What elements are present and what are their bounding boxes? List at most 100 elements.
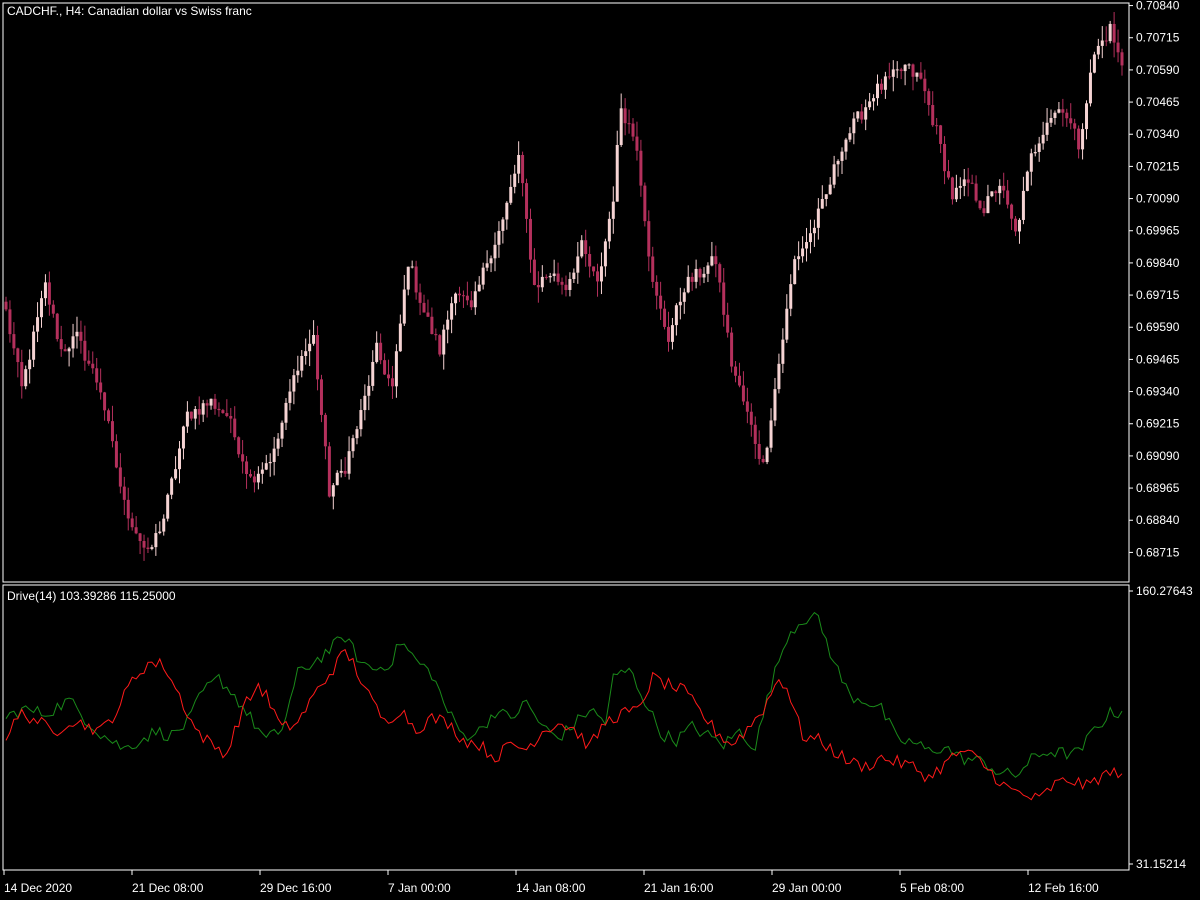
- candle-body: [154, 533, 158, 548]
- price-axis-label: 0.70840: [1136, 0, 1180, 13]
- price-axis-label: 0.70590: [1136, 63, 1180, 77]
- candle-body: [927, 91, 931, 106]
- candle-body: [280, 422, 284, 439]
- candle-body: [1073, 123, 1077, 129]
- candle-body: [710, 256, 714, 266]
- candle-body: [994, 191, 998, 194]
- candle-body: [296, 370, 300, 376]
- candle-body: [201, 403, 205, 415]
- candle-body: [185, 411, 189, 427]
- candle-body: [891, 69, 895, 77]
- candle-body: [461, 295, 465, 297]
- candle-body: [718, 264, 722, 283]
- candle-body: [734, 366, 738, 376]
- candle-body: [521, 154, 525, 184]
- candle-body: [536, 284, 540, 288]
- candle-body: [1045, 122, 1049, 135]
- candle-body: [1021, 190, 1025, 220]
- price-axis-label: 0.69590: [1136, 320, 1180, 334]
- candle-body: [915, 72, 919, 77]
- candle-body: [528, 218, 532, 260]
- candle-body: [1033, 151, 1037, 154]
- candle-body: [477, 284, 481, 292]
- candle-body: [599, 266, 603, 282]
- candle-body: [4, 301, 8, 310]
- candle-body: [785, 308, 789, 340]
- candle-body: [883, 76, 887, 90]
- candle-body: [20, 362, 24, 387]
- candle-body: [312, 335, 316, 344]
- candle-body: [962, 179, 966, 187]
- candle-body: [548, 275, 552, 278]
- candle-body: [667, 326, 671, 342]
- candle-body: [943, 143, 947, 172]
- candle-body: [438, 335, 442, 355]
- candle-body: [32, 331, 36, 360]
- price-axis-label: 0.69715: [1136, 288, 1180, 302]
- candle-body: [272, 448, 276, 462]
- candle-body: [446, 319, 450, 330]
- candle-body: [465, 295, 469, 301]
- candle-body: [162, 518, 166, 532]
- candle-body: [525, 183, 529, 219]
- time-axis-label: 29 Jan 00:00: [772, 881, 842, 895]
- candle-body: [331, 485, 335, 497]
- price-axis-label: 0.69090: [1136, 449, 1180, 463]
- candle-body: [414, 266, 418, 293]
- price-axis-label: 0.69965: [1136, 224, 1180, 238]
- candle-body: [83, 340, 87, 361]
- candle-body: [347, 451, 351, 474]
- candle-body: [607, 218, 611, 242]
- candle-body: [864, 107, 868, 120]
- price-axis-label: 0.69215: [1136, 417, 1180, 431]
- candle-body: [1053, 112, 1057, 118]
- candle-body: [87, 360, 91, 364]
- candle-body: [690, 276, 694, 282]
- candle-body: [1069, 118, 1073, 124]
- candle-body: [1025, 171, 1029, 191]
- candle-body: [390, 378, 394, 387]
- candle-body: [430, 316, 434, 335]
- candle-body: [28, 359, 32, 370]
- candle-body: [694, 268, 698, 282]
- candle-body: [288, 391, 292, 403]
- candle-body: [197, 409, 201, 415]
- candle-body: [67, 348, 71, 352]
- candle-body: [848, 133, 852, 140]
- candle-body: [260, 469, 264, 474]
- candle-body: [122, 486, 126, 500]
- candle-body: [1112, 23, 1116, 43]
- candle-body: [402, 289, 406, 324]
- candle-body: [481, 267, 485, 285]
- candle-body: [450, 303, 454, 320]
- price-axis-label: 0.68840: [1136, 513, 1180, 527]
- candle-body: [252, 476, 256, 483]
- candle-body: [316, 335, 320, 380]
- candle-body: [383, 360, 387, 375]
- candle-body: [233, 418, 237, 438]
- candle-body: [655, 281, 659, 296]
- candle-body: [422, 302, 426, 313]
- candle-body: [158, 531, 162, 534]
- candle-body: [16, 348, 20, 363]
- candle-body: [1017, 219, 1021, 232]
- candle-body: [79, 331, 83, 341]
- time-axis-label: 14 Jan 08:00: [516, 881, 586, 895]
- candle-body: [394, 351, 398, 387]
- candle-body: [189, 411, 193, 419]
- candle-body: [911, 64, 915, 77]
- candle-body: [130, 518, 134, 528]
- candle-body: [844, 139, 848, 152]
- candle-body: [434, 334, 438, 336]
- candle-body: [1037, 143, 1041, 152]
- candle-body: [292, 375, 296, 392]
- candle-body: [418, 292, 422, 303]
- candle-body: [939, 125, 943, 144]
- candle-body: [741, 385, 745, 402]
- candle-body: [335, 472, 339, 486]
- candle-body: [375, 342, 379, 362]
- candle-body: [209, 398, 213, 406]
- candle-body: [12, 334, 16, 349]
- candle-body: [1092, 54, 1096, 73]
- candle-body: [517, 154, 521, 174]
